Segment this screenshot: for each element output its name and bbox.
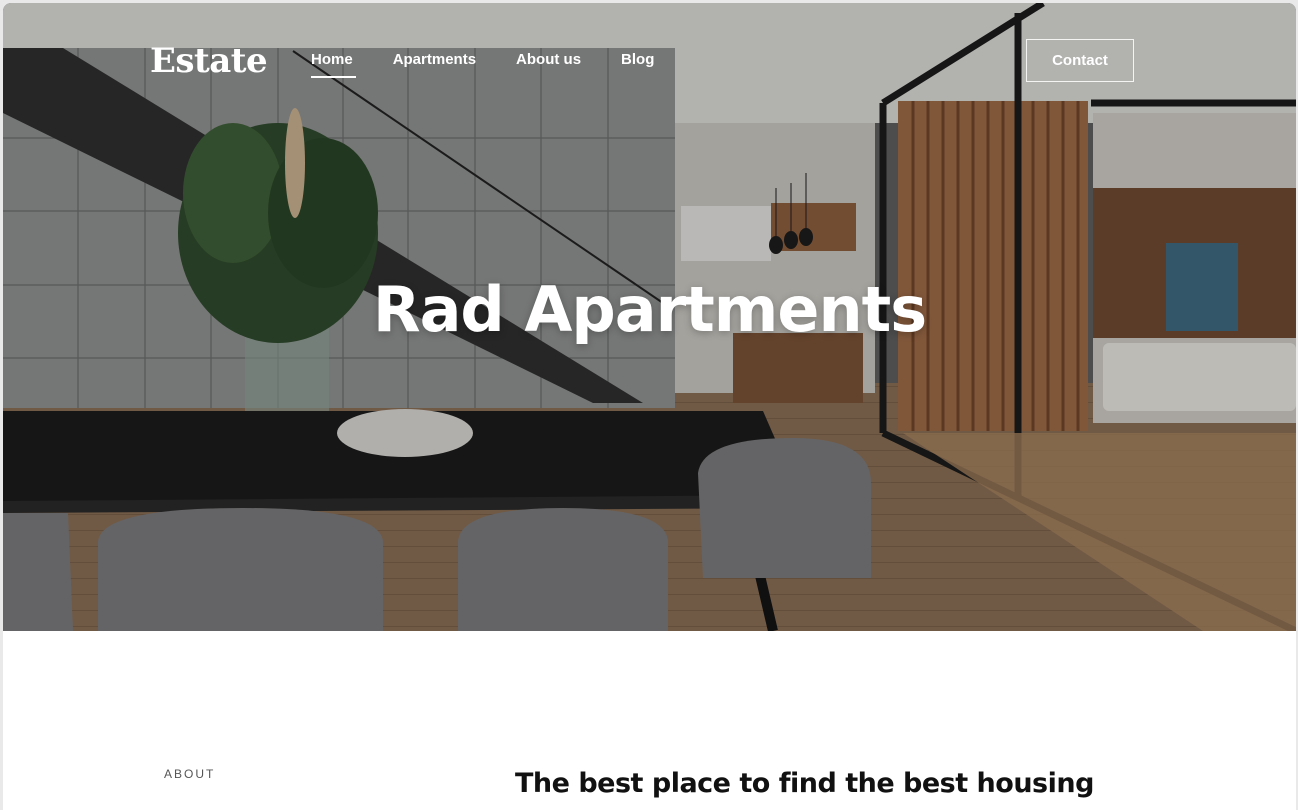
page-frame: Estate Home Apartments About us Blog Con… bbox=[3, 3, 1296, 810]
brand-logo[interactable]: Estate bbox=[150, 41, 268, 81]
main-nav: Home Apartments About us Blog bbox=[311, 51, 694, 78]
hero-section: Estate Home Apartments About us Blog Con… bbox=[3, 3, 1296, 631]
nav-item-apartments[interactable]: Apartments bbox=[393, 51, 476, 78]
about-heading: The best place to find the best housing bbox=[515, 768, 1094, 799]
contact-button[interactable]: Contact bbox=[1026, 39, 1134, 82]
hero-title: Rad Apartments bbox=[372, 273, 927, 346]
about-section-label: ABOUT bbox=[164, 767, 216, 781]
nav-item-blog[interactable]: Blog bbox=[621, 51, 654, 78]
nav-item-home[interactable]: Home bbox=[311, 51, 356, 78]
nav-item-about-us[interactable]: About us bbox=[516, 51, 581, 78]
